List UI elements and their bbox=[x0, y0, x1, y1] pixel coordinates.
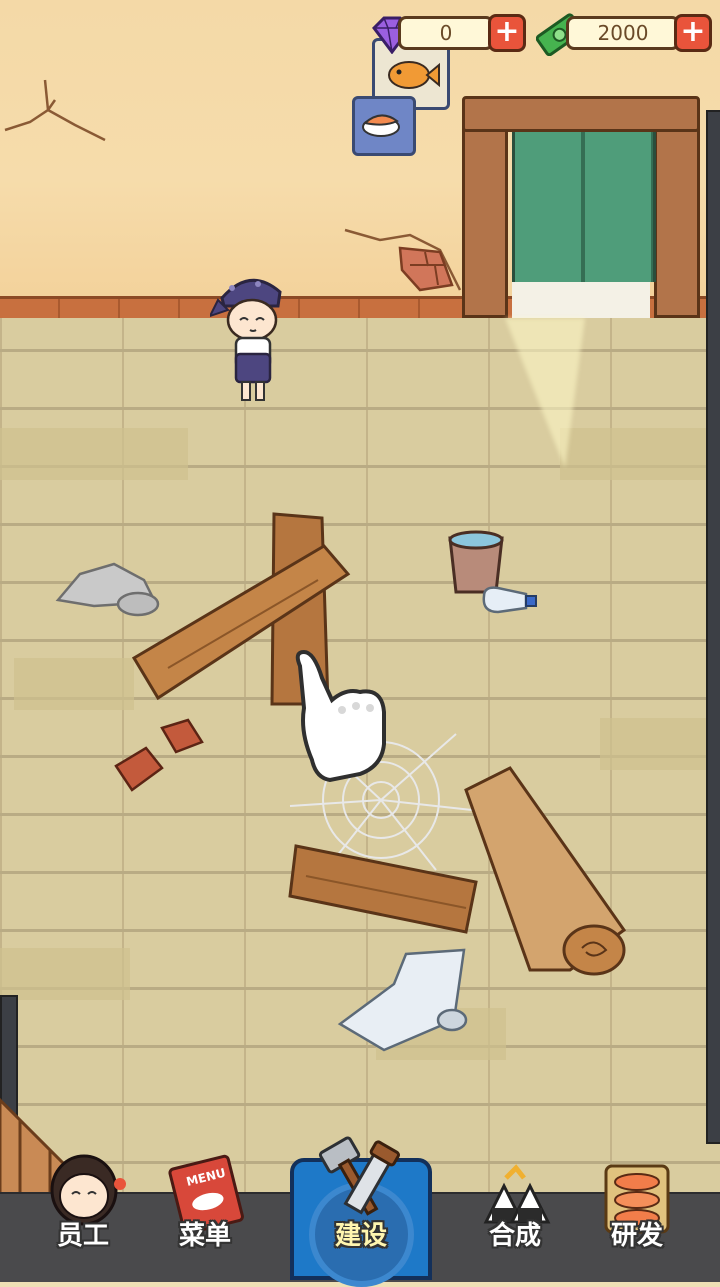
plus-icon: + bbox=[494, 14, 520, 49]
door-light-beam bbox=[505, 318, 585, 468]
kitchen-doorway[interactable] bbox=[462, 96, 700, 318]
broken-plank[interactable] bbox=[286, 826, 486, 936]
tab-staff[interactable]: 员工 bbox=[28, 1150, 138, 1270]
tab-merge[interactable]: 合成 bbox=[460, 1150, 570, 1270]
tab-build-label: 建设 bbox=[334, 1221, 387, 1251]
add-gems-button[interactable]: + bbox=[488, 14, 526, 52]
door-lintel bbox=[462, 96, 700, 132]
tab-menu[interactable]: MENU 菜单 bbox=[150, 1150, 260, 1270]
wall-rail-right bbox=[706, 110, 720, 1144]
broken-bricks[interactable] bbox=[112, 718, 212, 798]
wall-crack-left bbox=[4, 79, 106, 142]
wall-crack-brick bbox=[344, 228, 462, 292]
tutorial-hand-pointer-icon bbox=[295, 649, 386, 783]
cash-counter: 2000 bbox=[566, 16, 680, 50]
rolled-rug[interactable] bbox=[460, 760, 630, 980]
gem-counter: 0 bbox=[398, 16, 494, 50]
tab-research-label: 研发 bbox=[610, 1221, 663, 1251]
noren-curtain bbox=[512, 132, 656, 282]
tab-menu-label: 菜单 bbox=[178, 1221, 231, 1251]
waiter-character[interactable] bbox=[210, 270, 290, 410]
door-post-left bbox=[462, 126, 508, 318]
cash-count: 2000 bbox=[597, 21, 649, 45]
sushi-icon bbox=[362, 114, 400, 137]
plus-icon: + bbox=[680, 14, 706, 49]
tab-staff-label: 员工 bbox=[56, 1221, 109, 1251]
add-cash-button[interactable]: + bbox=[674, 14, 712, 52]
door-post-right bbox=[654, 126, 700, 318]
crumpled-paper[interactable] bbox=[336, 944, 472, 1054]
hammer-saw-icon bbox=[318, 1136, 400, 1216]
tab-research[interactable]: 研发 bbox=[582, 1150, 692, 1270]
tab-build[interactable]: 建设 bbox=[306, 1136, 416, 1270]
gem-count: 0 bbox=[439, 21, 453, 45]
tab-merge-label: 合成 bbox=[488, 1221, 541, 1251]
plastic-bottle[interactable] bbox=[478, 584, 540, 618]
door-opening bbox=[512, 282, 650, 318]
sushi-poster bbox=[352, 96, 416, 156]
